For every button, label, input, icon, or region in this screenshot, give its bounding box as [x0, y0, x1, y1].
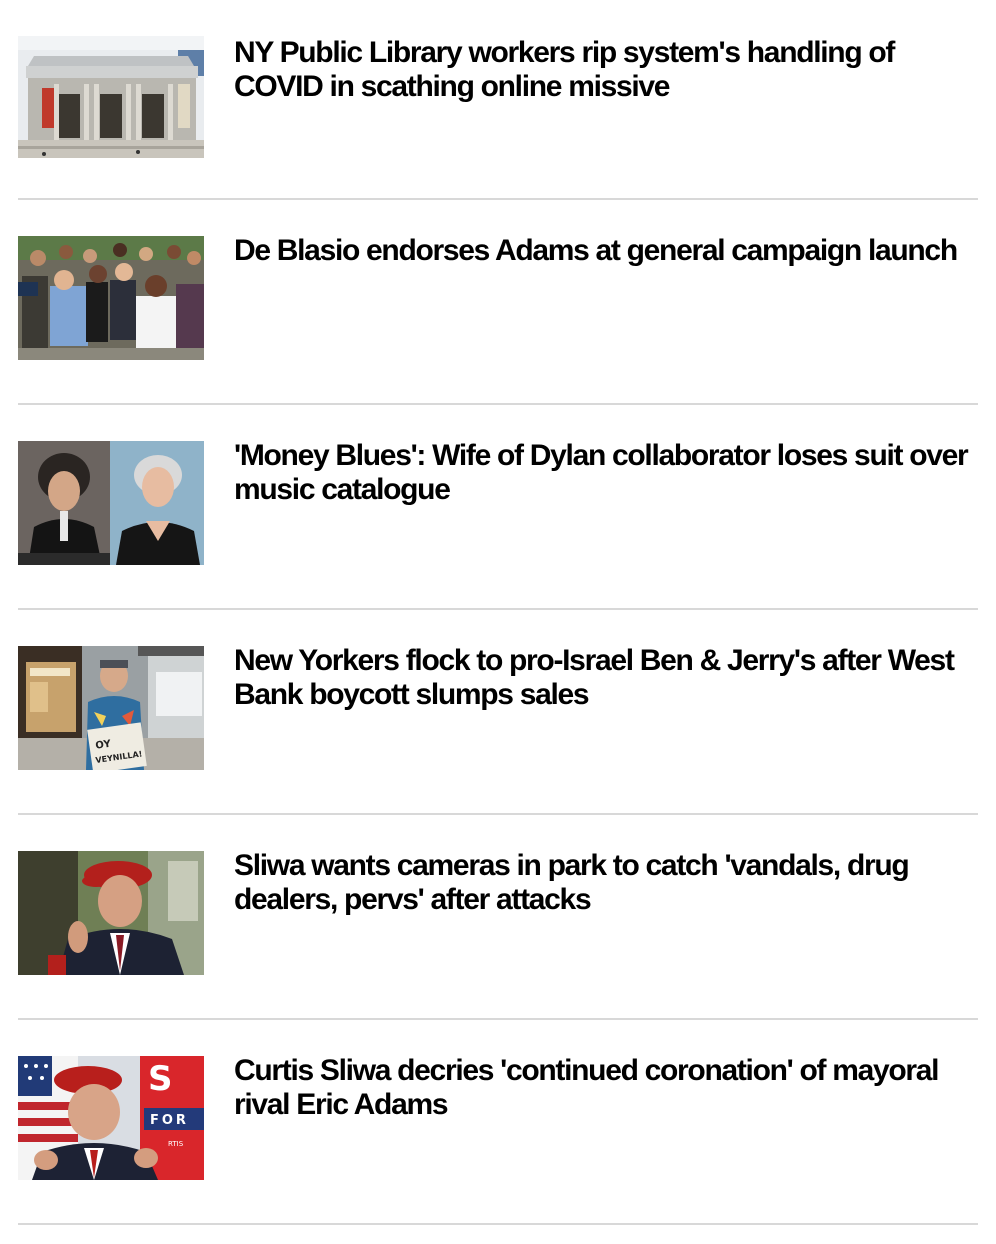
story-thumbnail[interactable]	[18, 441, 204, 565]
red-beret-flag-photo: S FOR RTIS	[18, 1056, 204, 1180]
story-headline[interactable]: Curtis Sliwa decries 'continued coronati…	[234, 1054, 974, 1122]
story-thumbnail[interactable]: OY VEYNILLA!	[18, 646, 204, 770]
news-feed: NY Public Library workers rip system's h…	[18, 0, 978, 1225]
story-headline[interactable]: 'Money Blues': Wife of Dylan collaborato…	[234, 439, 974, 507]
campaign-crowd-photo	[18, 236, 204, 360]
portraits-photo	[18, 441, 204, 565]
red-beret-man-photo	[18, 851, 204, 975]
story-headline[interactable]: New Yorkers flock to pro-Israel Ben & Je…	[234, 644, 974, 712]
story-item[interactable]: 'Money Blues': Wife of Dylan collaborato…	[18, 405, 978, 610]
shopper-newspaper-photo: OY VEYNILLA!	[18, 646, 204, 770]
story-item[interactable]: S FOR RTIS Curtis Sliwa decries 'continu…	[18, 1020, 978, 1225]
story-thumbnail[interactable]	[18, 236, 204, 360]
story-headline[interactable]: NY Public Library workers rip system's h…	[234, 36, 974, 104]
banner-letters: S	[148, 1059, 173, 1099]
story-item[interactable]: NY Public Library workers rip system's h…	[18, 0, 978, 200]
story-thumbnail[interactable]: S FOR RTIS	[18, 1056, 204, 1180]
story-item[interactable]: Sliwa wants cameras in park to catch 'va…	[18, 815, 978, 1020]
library-photo	[18, 36, 204, 158]
banner-for-text: FOR	[150, 1113, 189, 1128]
story-item[interactable]: De Blasio endorses Adams at general camp…	[18, 200, 978, 405]
story-thumbnail[interactable]	[18, 36, 204, 158]
story-item[interactable]: OY VEYNILLA! New Yorkers flock to pro-Is…	[18, 610, 978, 815]
story-thumbnail[interactable]	[18, 851, 204, 975]
story-headline[interactable]: Sliwa wants cameras in park to catch 'va…	[234, 849, 974, 917]
banner-small-text: RTIS	[168, 1140, 184, 1148]
newspaper-headline-line1: OY	[95, 739, 113, 752]
story-headline[interactable]: De Blasio endorses Adams at general camp…	[234, 234, 974, 268]
